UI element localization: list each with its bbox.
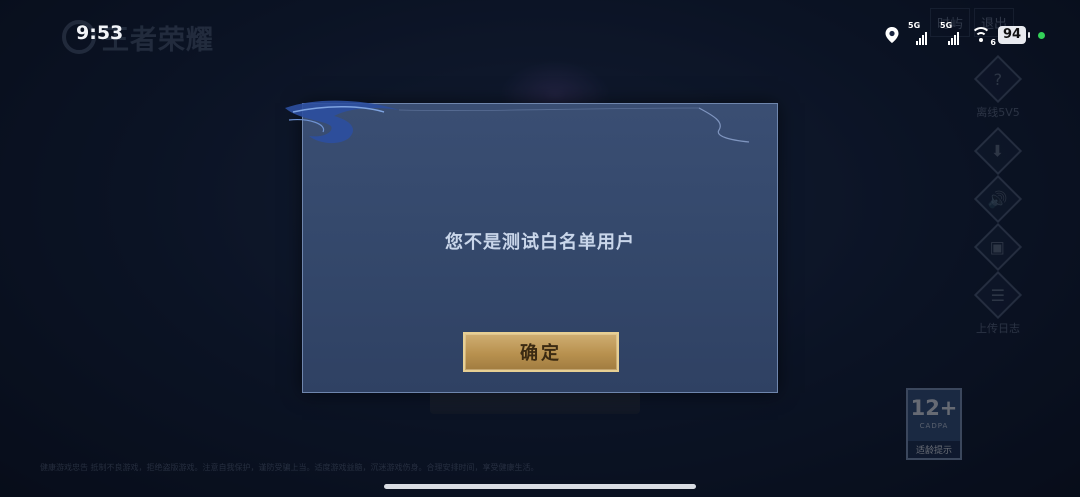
alert-dialog: 您不是测试白名单用户 确定 xyxy=(285,100,778,393)
dialog-message: 您不是测试白名单用户 xyxy=(445,232,635,253)
wifi-icon: 6 xyxy=(970,25,996,47)
cloud-ornament-icon xyxy=(285,100,750,144)
location-icon xyxy=(885,27,899,43)
status-time: 9:53 xyxy=(76,22,124,44)
status-bar-right: 5G 5G 6 94 xyxy=(884,21,1046,48)
confirm-button-label: 确定 xyxy=(520,343,562,364)
home-indicator[interactable] xyxy=(384,484,696,489)
cellular-signal-2-icon: 5G xyxy=(938,21,964,45)
cellular-signal-1-icon: 5G xyxy=(906,21,932,45)
privacy-indicator-dot xyxy=(1038,31,1046,39)
battery-indicator: 94 xyxy=(998,26,1031,44)
confirm-button[interactable]: 确定 xyxy=(463,332,619,372)
